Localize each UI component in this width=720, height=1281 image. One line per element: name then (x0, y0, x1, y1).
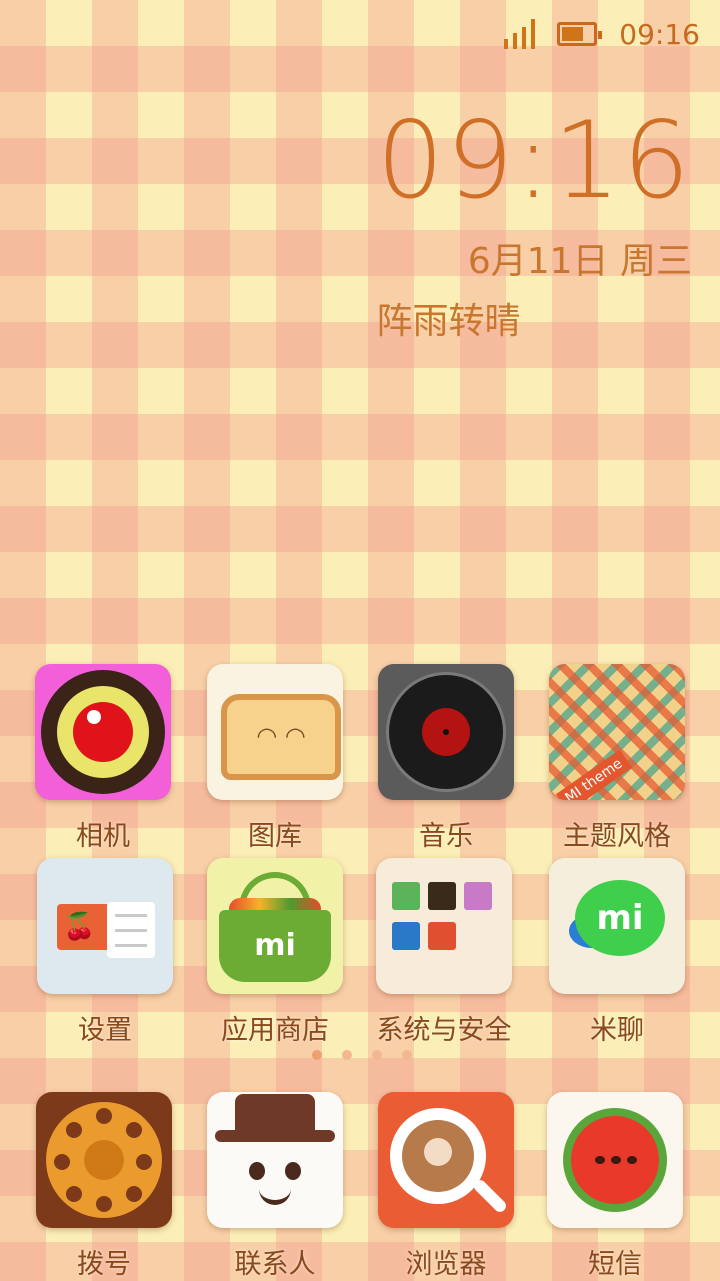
page-dot[interactable] (342, 1050, 352, 1060)
contacts-icon[interactable] (207, 1092, 343, 1228)
theme-icon[interactable]: MI theme (549, 664, 685, 800)
page-dot[interactable] (372, 1050, 382, 1060)
app-contacts[interactable]: 联系人 (190, 1092, 360, 1281)
app-label: 浏览器 (405, 1249, 487, 1280)
app-label: 联系人 (234, 1249, 316, 1280)
settings-icon[interactable]: 🍒 (37, 858, 173, 994)
app-label: 拨号 (77, 1249, 131, 1280)
app-messages[interactable]: 短信 (530, 1092, 700, 1281)
browser-icon[interactable] (378, 1092, 514, 1228)
camera-icon[interactable] (35, 664, 171, 800)
dialer-icon[interactable] (36, 1092, 172, 1228)
app-store-icon[interactable]: mi (207, 858, 343, 994)
app-dialer[interactable]: 拨号 (19, 1092, 189, 1281)
app-gallery[interactable]: ◠ ◠ 图库 (190, 664, 360, 853)
status-bar: 09:16 (504, 14, 700, 54)
signal-icon (504, 19, 536, 49)
clock-widget[interactable]: 09:16 6月11日 周三 阵雨转晴 (377, 108, 692, 344)
app-camera[interactable]: 相机 (18, 664, 188, 853)
clock-time: 09:16 (376, 99, 692, 222)
store-badge: mi (219, 910, 331, 982)
weather-text: 阵雨转晴 (376, 301, 521, 342)
app-label: 系统与安全 (376, 1015, 512, 1046)
messages-icon[interactable] (547, 1092, 683, 1228)
status-time: 09:16 (619, 17, 700, 51)
app-music[interactable]: 音乐 (361, 664, 531, 853)
app-system-security[interactable]: 系统与安全 (359, 858, 529, 1047)
app-store[interactable]: mi 应用商店 (190, 858, 360, 1047)
clock-date: 6月11日 周三 (467, 241, 692, 282)
system-security-icon[interactable] (376, 858, 512, 994)
gallery-icon[interactable]: ◠ ◠ (207, 664, 343, 800)
battery-icon (557, 22, 603, 46)
app-mitalk[interactable]: mi 米聊 (532, 858, 702, 1047)
page-dot[interactable] (312, 1050, 322, 1060)
app-theme[interactable]: MI theme 主题风格 (532, 664, 702, 853)
app-settings[interactable]: 🍒 设置 (20, 858, 190, 1047)
music-icon[interactable] (378, 664, 514, 800)
app-label: 短信 (588, 1249, 642, 1280)
page-dot[interactable] (402, 1050, 412, 1060)
app-browser[interactable]: 浏览器 (361, 1092, 531, 1281)
app-label: 应用商店 (221, 1015, 329, 1046)
app-label: 图库 (248, 821, 302, 852)
app-label: 相机 (76, 821, 130, 852)
app-label: 米聊 (590, 1015, 644, 1046)
theme-tag: MI theme (555, 749, 633, 800)
app-label: 主题风格 (563, 821, 671, 852)
mitalk-badge: mi (575, 880, 665, 956)
app-label: 音乐 (419, 821, 473, 852)
app-label: 设置 (78, 1015, 132, 1046)
mitalk-icon[interactable]: mi (549, 858, 685, 994)
page-indicator (312, 1050, 412, 1060)
